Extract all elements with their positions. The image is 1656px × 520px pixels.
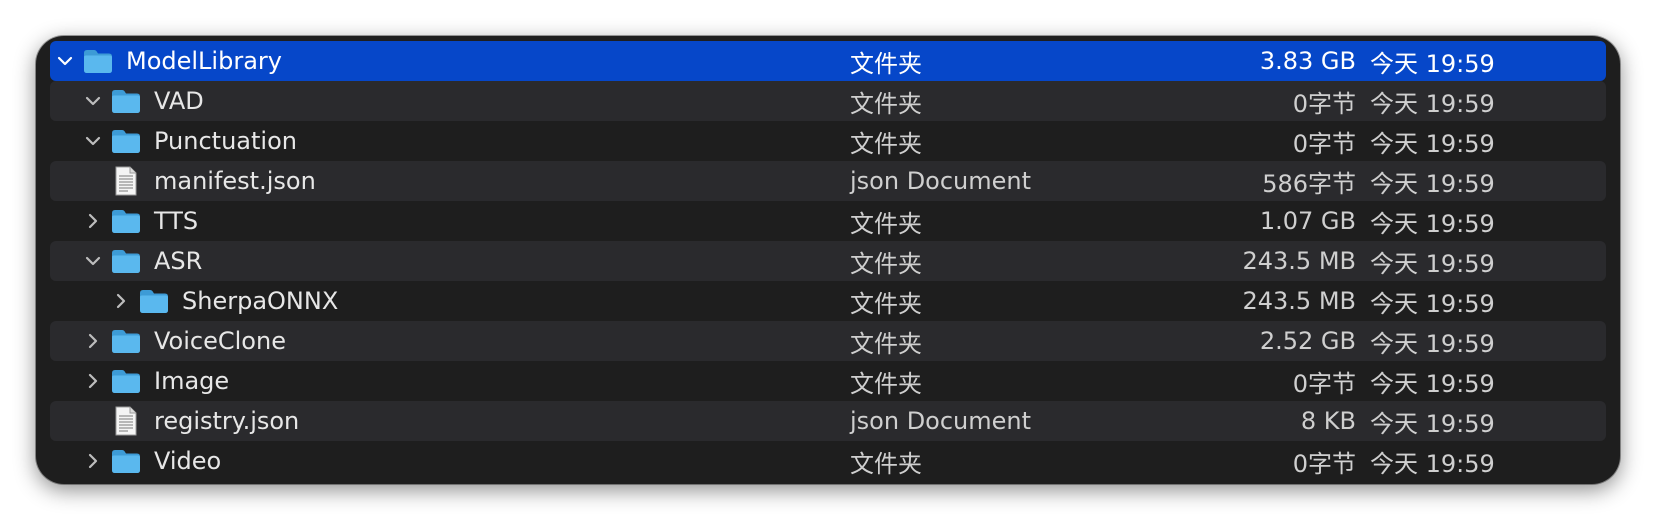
item-date-modified: 今天 19:59 (1370, 289, 1495, 318)
name-cell: VAD (78, 81, 204, 121)
item-name: Punctuation (154, 127, 297, 155)
item-kind: 文件夹 (850, 449, 922, 478)
name-cell: SherpaONNX (106, 281, 338, 321)
folder-icon (108, 366, 144, 396)
item-size: 0字节 (1292, 369, 1356, 398)
chevron-right-icon[interactable] (78, 326, 108, 356)
folder-row[interactable]: SherpaONNX 文件夹 243.5 MB 今天 19:59 (50, 281, 1606, 321)
item-size: 586字节 (1262, 169, 1356, 198)
item-kind: 文件夹 (850, 89, 922, 118)
item-name: Video (154, 447, 222, 475)
item-size: 0字节 (1292, 89, 1356, 118)
item-date-modified: 今天 19:59 (1370, 129, 1495, 158)
item-date-modified: 今天 19:59 (1370, 209, 1495, 238)
item-size: 0字节 (1292, 449, 1356, 478)
chevron-down-icon[interactable] (78, 86, 108, 116)
item-name: SherpaONNX (182, 287, 339, 315)
folder-row[interactable]: VoiceClone 文件夹 2.52 GB 今天 19:59 (50, 321, 1606, 361)
item-kind: json Document (850, 167, 1032, 195)
folder-row[interactable]: Image 文件夹 0字节 今天 19:59 (50, 361, 1606, 401)
file-row[interactable]: registry.json json Document 8 KB 今天 19:59 (50, 401, 1606, 441)
folder-icon (108, 446, 144, 476)
item-kind: 文件夹 (850, 369, 922, 398)
item-name: ModelLibrary (126, 47, 282, 75)
document-icon (108, 166, 144, 196)
folder-icon (136, 286, 172, 316)
name-cell: registry.json (78, 401, 299, 441)
folder-row[interactable]: ASR 文件夹 243.5 MB 今天 19:59 (50, 241, 1606, 281)
item-name: Image (154, 367, 230, 395)
chevron-right-icon[interactable] (78, 366, 108, 396)
item-size: 3.83 GB (1259, 47, 1356, 75)
folder-row[interactable]: Punctuation 文件夹 0字节 今天 19:59 (50, 121, 1606, 161)
item-date-modified: 今天 19:59 (1370, 169, 1495, 198)
item-name: VAD (154, 87, 204, 115)
name-cell: ModelLibrary (50, 41, 282, 81)
folder-icon (80, 46, 116, 76)
item-date-modified: 今天 19:59 (1370, 449, 1495, 478)
folder-icon (108, 246, 144, 276)
item-size: 243.5 MB (1242, 287, 1356, 315)
file-row[interactable]: manifest.json json Document 586字节 今天 19:59 (50, 161, 1606, 201)
item-size: 0字节 (1292, 129, 1356, 158)
name-cell: ASR (78, 241, 202, 281)
item-name: VoiceClone (154, 327, 286, 355)
item-kind: 文件夹 (850, 329, 922, 358)
item-size: 1.07 GB (1259, 207, 1356, 235)
item-date-modified: 今天 19:59 (1370, 89, 1495, 118)
chevron-right-icon[interactable] (106, 286, 136, 316)
folder-icon (108, 326, 144, 356)
chevron-down-icon[interactable] (78, 246, 108, 276)
item-kind: 文件夹 (850, 49, 922, 78)
folder-icon (108, 206, 144, 236)
item-date-modified: 今天 19:59 (1370, 249, 1495, 278)
item-name: TTS (154, 207, 199, 235)
folder-icon (108, 86, 144, 116)
item-name: ASR (154, 247, 203, 275)
finder-list-window: ModelLibrary 文件夹 3.83 GB 今天 19:59 VAD 文件夹 0字节今… (36, 36, 1620, 484)
item-size: 8 KB (1300, 407, 1356, 435)
item-name: manifest.json (154, 167, 316, 195)
name-cell: VoiceClone (78, 321, 286, 361)
document-icon (108, 406, 144, 436)
item-kind: 文件夹 (850, 129, 922, 158)
item-size: 2.52 GB (1259, 327, 1356, 355)
item-kind: 文件夹 (850, 289, 922, 318)
name-cell: TTS (78, 201, 198, 241)
chevron-down-icon[interactable] (50, 46, 80, 76)
chevron-down-icon[interactable] (78, 126, 108, 156)
item-date-modified: 今天 19:59 (1370, 369, 1495, 398)
folder-row[interactable]: ModelLibrary 文件夹 3.83 GB 今天 19:59 (50, 41, 1606, 81)
item-kind: 文件夹 (850, 209, 922, 238)
chevron-right-icon[interactable] (78, 206, 108, 236)
folder-row[interactable]: VAD 文件夹 0字节 今天 19:59 (50, 81, 1606, 121)
name-cell: Video (78, 441, 221, 481)
folder-row[interactable]: Video 文件夹 0字节 今天 19:59 (50, 441, 1606, 481)
item-name: registry.json (154, 407, 300, 435)
item-date-modified: 今天 19:59 (1370, 49, 1495, 78)
name-cell: manifest.json (78, 161, 316, 201)
item-size: 243.5 MB (1242, 247, 1356, 275)
folder-icon (108, 126, 144, 156)
chevron-right-icon[interactable] (78, 446, 108, 476)
file-list: ModelLibrary 文件夹 3.83 GB 今天 19:59 VAD 文件夹 0字节今… (36, 41, 1620, 481)
item-kind: 文件夹 (850, 249, 922, 278)
name-cell: Image (78, 361, 229, 401)
item-date-modified: 今天 19:59 (1370, 329, 1495, 358)
item-date-modified: 今天 19:59 (1370, 409, 1495, 438)
folder-row[interactable]: TTS 文件夹 1.07 GB 今天 19:59 (50, 201, 1606, 241)
name-cell: Punctuation (78, 121, 297, 161)
item-kind: json Document (850, 407, 1032, 435)
